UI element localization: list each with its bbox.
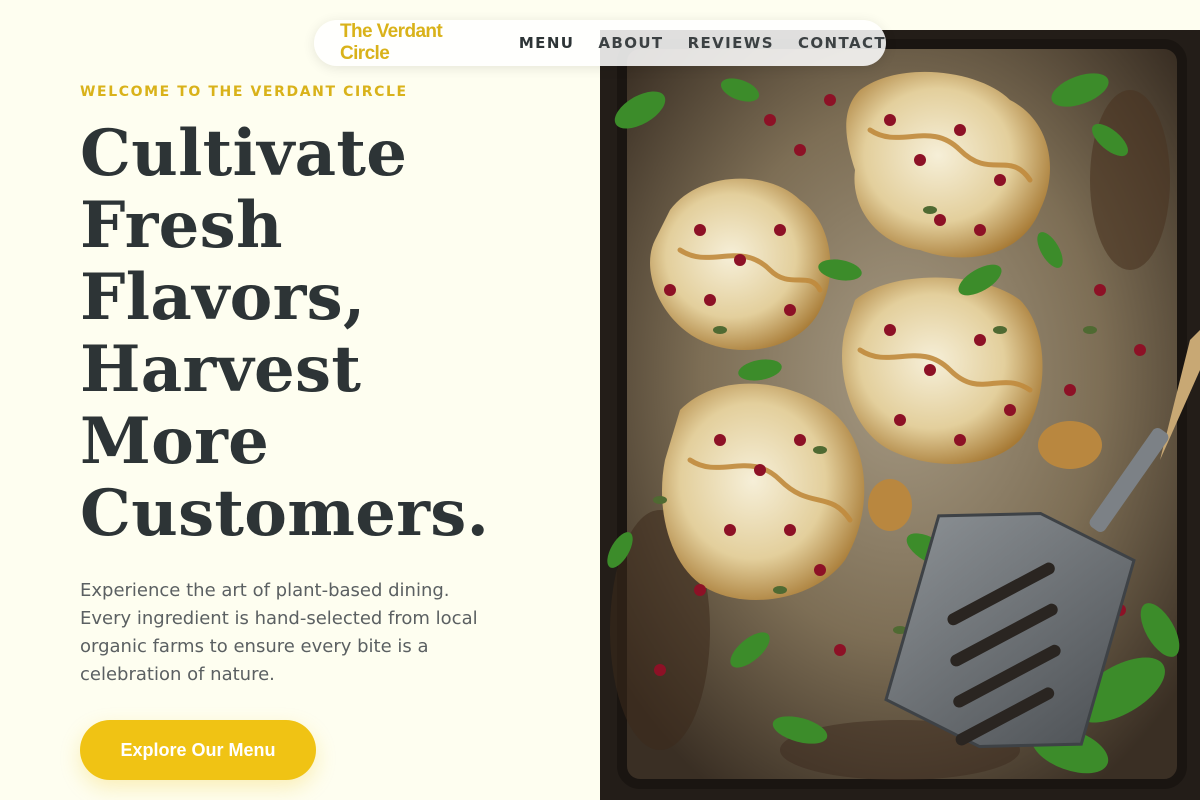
explore-menu-button[interactable]: Explore Our Menu — [80, 720, 316, 780]
nav-link-contact[interactable]: CONTACT — [798, 34, 886, 52]
headline-line: Cultivate — [80, 116, 408, 191]
hero-description: Experience the art of plant-based dining… — [80, 580, 478, 685]
nav-link-about[interactable]: ABOUT — [598, 34, 663, 52]
top-navigation: The Verdant Circle MENU ABOUT REVIEWS CO… — [314, 20, 886, 66]
brand-logo[interactable]: The Verdant Circle — [340, 21, 487, 65]
hero-food-image — [600, 30, 1200, 800]
nav-link-menu[interactable]: MENU — [519, 34, 575, 52]
headline-line: Harvest — [80, 332, 362, 407]
nav-links: MENU ABOUT REVIEWS CONTACT — [519, 34, 886, 52]
headline-line: Fresh — [80, 188, 283, 263]
nav-link-reviews[interactable]: REVIEWS — [688, 34, 774, 52]
headline-line: Customers. — [80, 476, 490, 551]
hero-eyebrow: WELCOME TO THE VERDANT CIRCLE — [80, 84, 408, 100]
hero-copy: WELCOME TO THE VERDANT CIRCLE Cultivate … — [80, 0, 560, 800]
roasted-cauliflower-illustration — [600, 30, 1200, 800]
headline-line: Flavors, — [80, 260, 366, 335]
headline-line: More — [80, 404, 270, 479]
hero-headline: Cultivate Fresh Flavors, Harvest More Cu… — [80, 118, 560, 550]
